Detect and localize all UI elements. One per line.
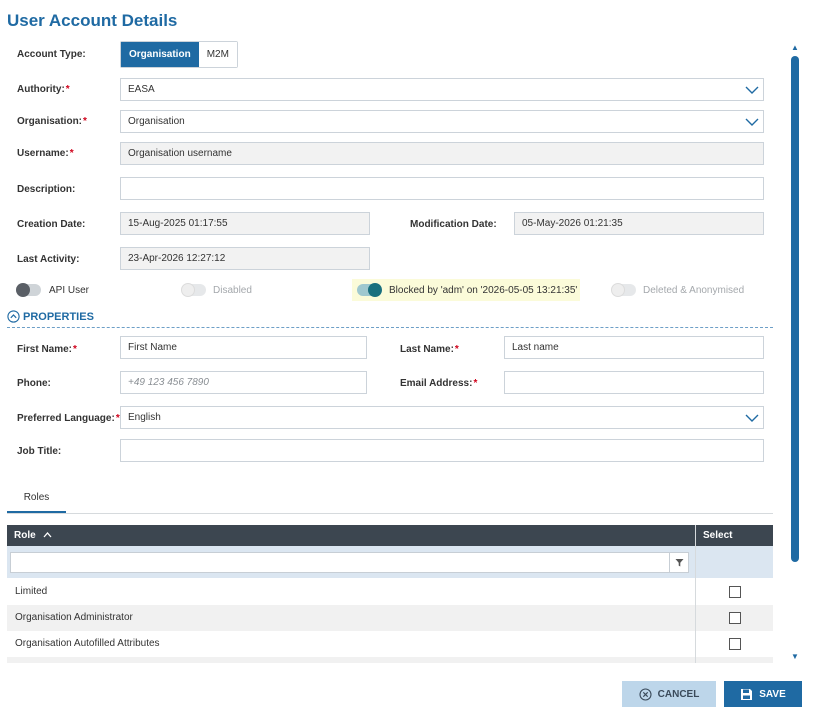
last-name-label: Last Name:* (400, 344, 459, 355)
collapse-circle-icon (7, 310, 20, 323)
modification-date-label: Modification Date: (410, 219, 497, 230)
scroll-up-arrow[interactable]: ▲ (791, 43, 799, 52)
disabled-toggle (181, 283, 206, 297)
description-label: Description: (17, 184, 76, 195)
page-title: User Account Details (7, 11, 178, 30)
phone-label: Phone: (17, 378, 51, 389)
cancel-label: CANCEL (657, 688, 700, 700)
role-select-checkbox[interactable] (729, 612, 741, 624)
chevron-up-icon (43, 532, 52, 538)
deleted-toggle (611, 283, 636, 297)
preferred-language-value: English (128, 412, 161, 423)
last-name-field[interactable]: Last name (504, 336, 764, 359)
role-select-checkbox[interactable] (729, 586, 741, 598)
email-field[interactable] (504, 371, 764, 394)
role-column-header[interactable]: Role (7, 525, 696, 546)
blocked-label: Blocked by 'adm' on '2026-05-05 13:21:35… (389, 285, 578, 296)
chevron-down-icon (745, 414, 759, 422)
tab-divider (7, 513, 773, 514)
table-row[interactable]: Limited (7, 579, 773, 605)
chevron-down-icon (745, 86, 759, 94)
save-disk-icon (741, 688, 753, 700)
preferred-language-select[interactable]: English (120, 406, 764, 429)
tab-roles[interactable]: Roles (7, 488, 66, 513)
section-divider (7, 327, 773, 328)
creation-date-field: 15-Aug-2025 01:17:55 (120, 212, 370, 235)
role-select-checkbox[interactable] (729, 638, 741, 650)
account-type-organisation[interactable]: Organisation (121, 42, 199, 67)
scroll-down-arrow[interactable]: ▼ (791, 652, 799, 661)
scrollbar-thumb[interactable] (791, 56, 799, 562)
role-filter-input[interactable] (10, 552, 689, 573)
preferred-language-label: Preferred Language:* (17, 413, 120, 424)
properties-title: PROPERTIES (23, 310, 94, 323)
authority-select[interactable]: EASA (120, 78, 764, 101)
authority-value: EASA (128, 84, 155, 95)
organisation-value: Organisation (128, 116, 185, 127)
account-type-m2m[interactable]: M2M (198, 42, 237, 67)
filter-button[interactable] (669, 553, 688, 572)
first-name-field[interactable]: First Name (120, 336, 367, 359)
last-activity-field: 23-Apr-2026 12:27:12 (120, 247, 370, 270)
job-title-label: Job Title: (17, 446, 62, 457)
phone-field[interactable]: +49 123 456 7890 (120, 371, 367, 394)
last-activity-label: Last Activity: (17, 254, 80, 265)
properties-section-header[interactable]: PROPERTIES (7, 310, 94, 323)
role-header-label: Role (14, 530, 36, 541)
username-label: Username:* (17, 148, 74, 159)
email-label: Email Address:* (400, 378, 478, 389)
blocked-toggle[interactable] (357, 283, 382, 297)
cancel-button[interactable]: CANCEL (622, 681, 716, 707)
first-name-label: First Name:* (17, 344, 77, 355)
filter-row (7, 546, 773, 578)
account-type-selector: Organisation M2M (120, 41, 238, 68)
chevron-down-icon (745, 118, 759, 126)
save-label: SAVE (759, 688, 786, 700)
api-user-label: API User (49, 285, 90, 296)
modification-date-field: 05-May-2026 01:21:35 (514, 212, 764, 235)
organisation-label: Organisation:* (17, 116, 87, 127)
table-row[interactable]: Organisation Administrator (7, 605, 773, 631)
authority-label: Authority:* (17, 84, 70, 95)
api-user-toggle[interactable] (16, 283, 41, 297)
table-row[interactable]: Organisation Autofilled Attributes (7, 631, 773, 657)
column-divider (695, 525, 696, 663)
filter-icon (675, 559, 684, 567)
account-type-label: Account Type: (17, 49, 86, 60)
disabled-label: Disabled (213, 285, 252, 296)
creation-date-label: Creation Date: (17, 219, 86, 230)
username-field[interactable]: Organisation username (120, 142, 764, 165)
deleted-label: Deleted & Anonymised (643, 285, 745, 296)
job-title-field[interactable] (120, 439, 764, 462)
table-row-partial (7, 657, 773, 663)
select-column-header: Select (696, 525, 773, 546)
description-field[interactable] (120, 177, 764, 200)
organisation-select[interactable]: Organisation (120, 110, 764, 133)
save-button[interactable]: SAVE (724, 681, 802, 707)
cancel-circle-icon (639, 687, 652, 701)
